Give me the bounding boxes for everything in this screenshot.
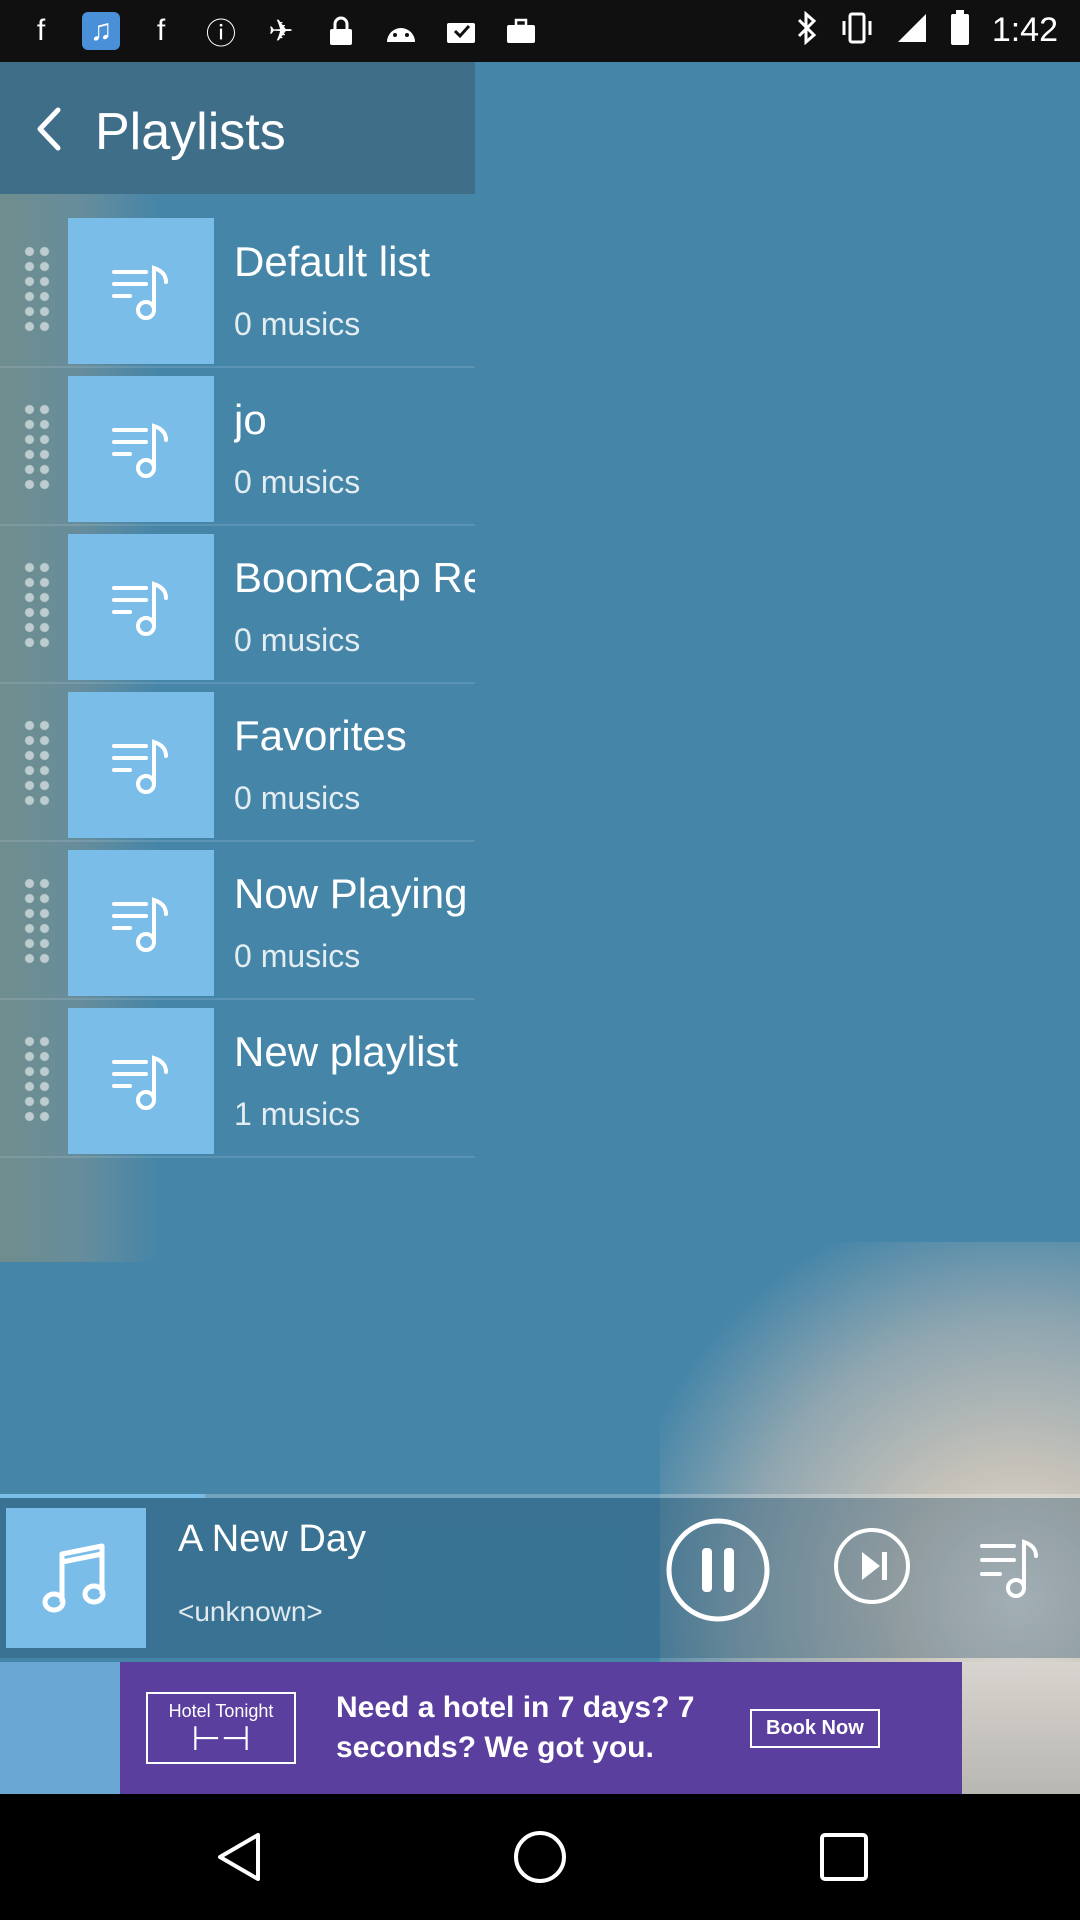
- drag-handle-icon[interactable]: [22, 1034, 52, 1124]
- facebook-icon: f: [36, 14, 46, 47]
- bluetooth-icon: [796, 10, 818, 50]
- playlists-panel: Playlists Default list 0 musics jo 0 mus…: [0, 62, 475, 1158]
- page-title: Playlists: [95, 103, 286, 161]
- playlist-count: 0 musics: [234, 780, 361, 816]
- queue-icon: [980, 1539, 1038, 1598]
- album-art: [6, 1508, 146, 1648]
- playlist-list: Default list 0 musics jo 0 musics BoomCa…: [0, 210, 475, 1158]
- ad-banner[interactable]: Hotel Tonight ⊢⊣ Need a hotel in 7 days?…: [120, 1662, 962, 1794]
- playlist-queue-button[interactable]: [976, 1522, 1046, 1612]
- playlist-row[interactable]: Now Playing 0 musics: [0, 842, 475, 1000]
- signal-icon: [896, 12, 928, 49]
- notification-icons: f ♫ f ⓘ ✈: [22, 12, 540, 51]
- facebook-icon: f: [156, 14, 166, 47]
- music-icon: ♫: [82, 12, 120, 50]
- music-note-icon: [42, 1543, 106, 1613]
- playlist-count: 0 musics: [234, 938, 361, 974]
- lock-icon: [322, 12, 360, 50]
- next-button[interactable]: [832, 1526, 912, 1606]
- playlist-count: 0 musics: [234, 464, 361, 500]
- nav-recents-icon: [820, 1833, 868, 1881]
- drag-handle-icon[interactable]: [22, 244, 52, 334]
- playlist-icon: [68, 534, 214, 680]
- playlist-name: New playlist: [234, 1028, 459, 1075]
- playlist-count: 0 musics: [234, 306, 361, 342]
- playlist-name: Default list: [234, 238, 431, 285]
- playlist-name: Favorites: [234, 712, 407, 759]
- playlist-icon: [68, 1008, 214, 1154]
- playlist-count: 1 musics: [234, 1096, 361, 1132]
- android-icon: [382, 12, 420, 50]
- playlist-name: jo: [234, 396, 267, 443]
- playlist-icon: [68, 376, 214, 522]
- nav-recents-button[interactable]: [814, 1827, 874, 1887]
- nav-home-icon: [514, 1831, 566, 1883]
- drag-handle-icon[interactable]: [22, 876, 52, 966]
- status-bar: f ♫ f ⓘ ✈ 1:42: [0, 0, 1080, 62]
- vibrate-icon: [840, 12, 874, 49]
- skip-next-icon: [834, 1528, 910, 1604]
- app-screen: Playlists Default list 0 musics jo 0 mus…: [0, 62, 1080, 1794]
- nav-back-icon: [218, 1833, 260, 1881]
- drag-handle-icon[interactable]: [22, 402, 52, 492]
- playlist-icon: [68, 692, 214, 838]
- playlist-icon: [68, 850, 214, 996]
- system-icons: 1:42: [796, 10, 1058, 51]
- playlist-name: BoomCap Re: [234, 554, 475, 601]
- mini-player[interactable]: A New Day <unknown>: [0, 1498, 1080, 1658]
- nav-back-button[interactable]: [210, 1827, 270, 1887]
- briefcase-icon: [502, 12, 540, 50]
- drag-handle-icon[interactable]: [22, 560, 52, 650]
- song-title: A New Day: [178, 1518, 366, 1560]
- ad-brand-logo: Hotel Tonight ⊢⊣: [146, 1692, 296, 1764]
- playlist-row[interactable]: jo 0 musics: [0, 368, 475, 526]
- playlist-row[interactable]: Default list 0 musics: [0, 210, 475, 368]
- ad-banner-container: Hotel Tonight ⊢⊣ Need a hotel in 7 days?…: [0, 1662, 1080, 1794]
- background-dandelion-strip: [962, 1662, 1080, 1794]
- playlist-row[interactable]: Favorites 0 musics: [0, 684, 475, 842]
- ad-headline: Need a hotel in 7 days? 7 seconds? We go…: [336, 1691, 695, 1764]
- playlist-name: Now Playing: [234, 870, 468, 917]
- drag-handle-icon[interactable]: [22, 718, 52, 808]
- info-icon: ⓘ: [206, 18, 236, 51]
- back-arrow-icon[interactable]: [30, 104, 70, 154]
- navigation-bar: [0, 1794, 1080, 1920]
- inbox-icon: [442, 12, 480, 50]
- clock: 1:42: [991, 11, 1058, 49]
- playlist-row[interactable]: BoomCap Re 0 musics: [0, 526, 475, 684]
- playlist-row[interactable]: New playlist 1 musics: [0, 1000, 475, 1158]
- bed-icon: ⊢⊣: [191, 1719, 251, 1758]
- playlist-count: 0 musics: [234, 622, 361, 658]
- fake-gps-icon: ✈: [268, 14, 294, 48]
- song-artist: <unknown>: [178, 1596, 323, 1627]
- app-header: Playlists: [0, 62, 475, 194]
- pause-icon: [666, 1518, 770, 1622]
- pause-button[interactable]: [664, 1516, 772, 1624]
- ad-book-now-button[interactable]: Book Now: [750, 1708, 880, 1748]
- battery-icon: [950, 10, 970, 51]
- nav-home-button[interactable]: [510, 1827, 570, 1887]
- playlist-icon: [68, 218, 214, 364]
- ad-brand-name: Hotel Tonight: [168, 1700, 274, 1721]
